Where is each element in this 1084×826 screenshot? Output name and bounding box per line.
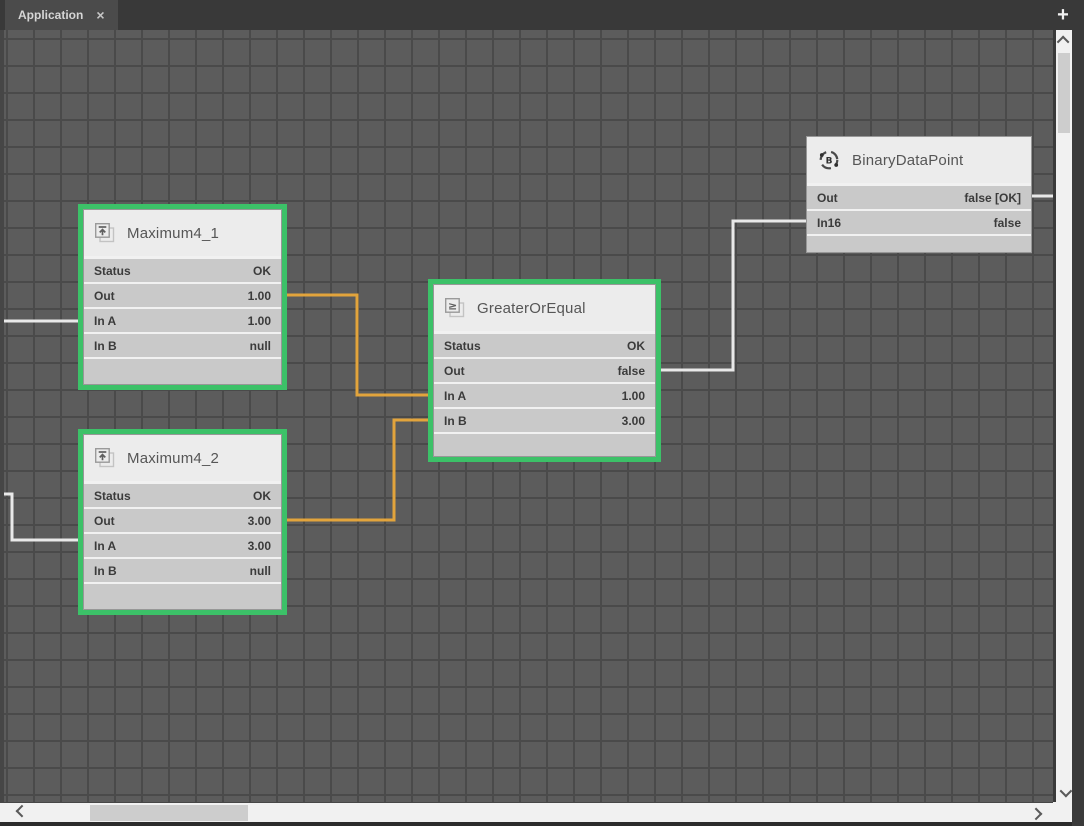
node-row-out[interactable]: Out 3.00: [84, 509, 281, 534]
horizontal-scrollbar[interactable]: [0, 802, 1053, 822]
row-label: Out: [94, 514, 115, 528]
svg-text:≥: ≥: [448, 300, 457, 313]
node-title: GreaterOrEqual: [477, 300, 586, 317]
row-value: null: [250, 564, 271, 578]
row-label: In A: [444, 389, 466, 403]
node-header[interactable]: ≥ GreaterOrEqual: [434, 285, 655, 331]
node-row-in16[interactable]: In16 false: [807, 211, 1031, 236]
node-row-in-a[interactable]: In A 1.00: [434, 384, 655, 409]
add-tab-button[interactable]: +: [1052, 0, 1074, 30]
chevron-right-icon: [1029, 808, 1042, 821]
row-label: In16: [817, 216, 841, 230]
vertical-scrollbar[interactable]: [1053, 30, 1072, 802]
node-footer: [84, 359, 281, 384]
row-label: In A: [94, 539, 116, 553]
scroll-left-button[interactable]: [10, 803, 30, 822]
node-maximum4-2[interactable]: Maximum4_2 Status OK Out 3.00 In A 3.00 In B nul…: [83, 434, 282, 610]
tab-application[interactable]: Application ×: [5, 0, 118, 30]
row-value: 1.00: [622, 389, 645, 403]
wiresheet-canvas[interactable]: Maximum4_1 Status OK Out 1.00 In A 1.00 In B nul…: [0, 30, 1053, 802]
node-row-status[interactable]: Status OK: [434, 334, 655, 359]
tab-bar: Application × +: [0, 0, 1084, 30]
node-row-in-a[interactable]: In A 3.00: [84, 534, 281, 559]
row-label: In B: [94, 339, 117, 353]
row-label: In B: [94, 564, 117, 578]
node-row-out[interactable]: Out false: [434, 359, 655, 384]
maximum-icon: [94, 447, 116, 469]
row-label: In B: [444, 414, 467, 428]
row-value: 1.00: [248, 314, 271, 328]
row-value: false: [618, 364, 645, 378]
node-footer: [434, 434, 655, 456]
node-row-out[interactable]: Out false [OK]: [807, 186, 1031, 211]
window-bottom-edge: [0, 822, 1072, 826]
row-value: 3.00: [622, 414, 645, 428]
tab-label: Application: [18, 8, 83, 22]
row-value: null: [250, 339, 271, 353]
row-value: OK: [253, 264, 271, 278]
binary-data-point-icon: B: [817, 148, 841, 172]
scroll-up-button[interactable]: [1056, 31, 1072, 49]
node-title: Maximum4_1: [127, 225, 219, 242]
row-value: false: [994, 216, 1021, 230]
row-value: OK: [627, 339, 645, 353]
row-label: In A: [94, 314, 116, 328]
row-label: Status: [94, 489, 131, 503]
chevron-left-icon: [15, 805, 28, 818]
window-right-edge: [1072, 30, 1084, 826]
row-value: false [OK]: [964, 191, 1021, 205]
node-header[interactable]: Maximum4_1: [84, 210, 281, 256]
row-label: Out: [817, 191, 838, 205]
svg-text:B: B: [826, 156, 833, 166]
horizontal-scrollbar-thumb[interactable]: [90, 805, 248, 821]
row-value: OK: [253, 489, 271, 503]
tab-close-icon[interactable]: ×: [96, 8, 104, 22]
maximum-icon: [94, 222, 116, 244]
scrollbar-corner: [1053, 802, 1072, 822]
node-row-status[interactable]: Status OK: [84, 484, 281, 509]
node-footer: [84, 584, 281, 609]
vertical-scrollbar-thumb[interactable]: [1058, 53, 1070, 133]
chevron-down-icon: [1059, 784, 1072, 797]
node-footer: [807, 236, 1031, 252]
nodes-layer: Maximum4_1 Status OK Out 1.00 In A 1.00 In B nul…: [0, 30, 1053, 802]
node-title: BinaryDataPoint: [852, 152, 963, 169]
node-maximum4-1[interactable]: Maximum4_1 Status OK Out 1.00 In A 1.00 In B nul…: [83, 209, 282, 385]
row-value: 1.00: [248, 289, 271, 303]
node-row-in-b[interactable]: In B 3.00: [434, 409, 655, 434]
row-label: Out: [444, 364, 465, 378]
node-row-in-b[interactable]: In B null: [84, 559, 281, 584]
node-greater-or-equal[interactable]: ≥GreaterOrEqualStatusOKOutfalseIn A1.00I…: [433, 284, 656, 457]
row-value: 3.00: [248, 514, 271, 528]
node-header[interactable]: B BinaryDataPoint: [807, 137, 1031, 183]
node-header[interactable]: Maximum4_2: [84, 435, 281, 481]
chevron-up-icon: [1056, 35, 1069, 48]
node-row-out[interactable]: Out 1.00: [84, 284, 281, 309]
node-row-in-a[interactable]: In A 1.00: [84, 309, 281, 334]
scroll-right-button[interactable]: [1027, 803, 1047, 822]
node-binary-data-point[interactable]: B BinaryDataPoint Out false [OK] In16 false: [806, 136, 1032, 253]
greater-or-equal-icon: ≥: [444, 297, 466, 319]
node-title: Maximum4_2: [127, 450, 219, 467]
scroll-down-button[interactable]: [1056, 783, 1072, 801]
row-label: Status: [444, 339, 481, 353]
node-row-in-b[interactable]: In B null: [84, 334, 281, 359]
canvas-left-edge: [0, 30, 4, 802]
row-label: Status: [94, 264, 131, 278]
row-label: Out: [94, 289, 115, 303]
node-row-status[interactable]: Status OK: [84, 259, 281, 284]
row-value: 3.00: [248, 539, 271, 553]
